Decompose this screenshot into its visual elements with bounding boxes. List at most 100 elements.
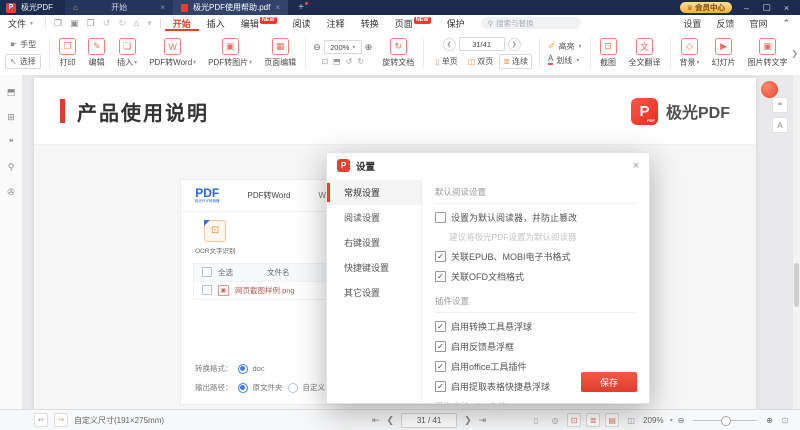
- pdf-to-word-button[interactable]: W PDF转Word▾: [143, 38, 202, 68]
- tab-home[interactable]: ⌂ 开始 ×: [65, 0, 173, 15]
- option-ofd[interactable]: ✓ 关联OFD文档格式: [435, 270, 636, 283]
- first-page-icon[interactable]: ⇤: [372, 415, 380, 426]
- view-mode-4-icon[interactable]: ≣: [586, 413, 600, 427]
- search-input[interactable]: ⚲ 搜索与替换: [481, 17, 581, 29]
- option-feedback-ball[interactable]: ✓ 启用反馈悬浮框: [435, 340, 636, 353]
- maximize-button[interactable]: ▢: [761, 2, 772, 13]
- scrollbar-thumb[interactable]: [794, 263, 799, 307]
- previous-page-icon[interactable]: ❮: [443, 38, 456, 51]
- tab-close-icon[interactable]: ×: [160, 3, 165, 12]
- promo-float-icon[interactable]: [761, 81, 778, 98]
- page-indicator[interactable]: 31/41: [459, 37, 505, 51]
- minimize-button[interactable]: –: [741, 3, 752, 13]
- checkbox-checked-icon[interactable]: ✓: [435, 361, 446, 372]
- checkbox-checked-icon[interactable]: ✓: [435, 271, 446, 282]
- rotate-left-icon[interactable]: ↺: [346, 57, 353, 66]
- option-default-reader[interactable]: 设置为默认阅读器，并防止篡改: [435, 211, 636, 224]
- checkbox-checked-icon[interactable]: ✓: [435, 321, 446, 332]
- checkbox-checked-icon[interactable]: ✓: [435, 381, 446, 392]
- menu-read[interactable]: 阅读: [285, 15, 319, 31]
- last-page-icon[interactable]: ⇥: [479, 415, 487, 426]
- underline-button[interactable]: A 划线 ▾: [548, 55, 582, 66]
- member-center-button[interactable]: ♛ 会员中心: [680, 2, 732, 13]
- view-mode-2-icon[interactable]: ◎: [548, 413, 562, 427]
- rotate-document-button[interactable]: ↻ 旋转文档: [376, 38, 420, 68]
- slideshow-button[interactable]: ▶ 幻灯片: [706, 38, 742, 68]
- previous-view-icon[interactable]: ↩: [34, 413, 48, 427]
- dialog-menu-other[interactable]: 其它设置: [327, 280, 421, 305]
- translate-float-icon[interactable]: A: [772, 117, 788, 133]
- menu-insert[interactable]: 插入: [199, 15, 233, 31]
- next-page-icon[interactable]: ❯: [508, 38, 521, 51]
- dialog-menu-general[interactable]: 常规设置: [327, 180, 421, 205]
- home-icon[interactable]: ⌂: [134, 18, 139, 28]
- zoom-level-select[interactable]: 200% ▾: [324, 40, 362, 54]
- collapse-toolbar-icon[interactable]: ⌃: [782, 18, 790, 29]
- checkbox-checked-icon[interactable]: ✓: [435, 251, 446, 262]
- dialog-menu-shortcuts[interactable]: 快捷键设置: [327, 255, 421, 280]
- comments-icon[interactable]: ❝: [9, 137, 14, 148]
- undo-icon[interactable]: ↺: [103, 18, 111, 29]
- dialog-menu-rightclick[interactable]: 右键设置: [327, 230, 421, 255]
- menu-protect[interactable]: 保护: [439, 15, 473, 31]
- file-menu[interactable]: 文件 ▾: [0, 17, 41, 30]
- pdf-to-image-button[interactable]: ▣ PDF转图片▾: [202, 38, 258, 68]
- menu-page[interactable]: 页面NEW: [387, 15, 439, 31]
- open-folder-icon[interactable]: ❐: [54, 18, 62, 29]
- view-mode-1-icon[interactable]: ▯: [529, 413, 543, 427]
- thumbnails-icon[interactable]: ⊞: [7, 112, 15, 123]
- continuous-button[interactable]: ≣ 连续: [499, 54, 532, 69]
- option-epub-mobi[interactable]: ✓ 关联EPUB、MOBI电子书格式: [435, 250, 636, 263]
- fit-page-icon[interactable]: ⬒: [333, 57, 341, 66]
- dialog-menu-reading[interactable]: 阅读设置: [327, 205, 421, 230]
- dialog-close-icon[interactable]: ×: [633, 160, 639, 172]
- redo-icon[interactable]: ↻: [118, 18, 126, 29]
- image-to-text-button[interactable]: ▣ 图片转文字: [742, 38, 794, 68]
- view-mode-3-icon[interactable]: ⊡: [567, 413, 581, 427]
- double-page-button[interactable]: ◫ 双页: [464, 54, 498, 69]
- zoom-slider-knob[interactable]: [721, 416, 731, 426]
- zoom-slider[interactable]: [693, 420, 757, 421]
- save-icon[interactable]: ▣: [70, 18, 79, 29]
- search-icon[interactable]: ⚲: [8, 162, 15, 173]
- chevron-down-icon[interactable]: ▾: [147, 18, 152, 29]
- page-edit-button[interactable]: ▦ 页面编辑: [258, 38, 302, 68]
- print-button[interactable]: ❒ 打印: [53, 38, 82, 68]
- zoom-in-icon[interactable]: ⊕: [766, 416, 773, 425]
- vertical-scrollbar[interactable]: [792, 75, 800, 410]
- tab-document[interactable]: 极光PDF使用帮助.pdf ×: [173, 0, 288, 15]
- attachment-icon[interactable]: ✇: [7, 187, 15, 198]
- zoom-out-icon[interactable]: ⊖: [313, 42, 321, 53]
- insert-button[interactable]: ❏ 插入▾: [111, 38, 143, 68]
- tab-close-icon[interactable]: ×: [275, 3, 280, 12]
- single-page-button[interactable]: ▯ 单页: [431, 54, 461, 69]
- settings-link[interactable]: 设置: [683, 17, 701, 30]
- feedback-link[interactable]: 反馈: [716, 17, 734, 30]
- next-page-icon[interactable]: ❯: [464, 415, 472, 426]
- print-icon[interactable]: ❒: [87, 18, 95, 29]
- background-button[interactable]: ◇ 背景▾: [674, 38, 706, 68]
- select-tool-button[interactable]: ↖ 选择: [5, 54, 41, 69]
- menu-convert[interactable]: 转换: [353, 15, 387, 31]
- zoom-in-icon[interactable]: ⊕: [365, 42, 373, 53]
- edit-button[interactable]: ✎ 编辑: [82, 38, 111, 68]
- screenshot-button[interactable]: ⊡ 截图: [594, 38, 623, 68]
- checkbox-unchecked-icon[interactable]: [435, 212, 446, 223]
- zoom-level-value[interactable]: 209%: [643, 416, 663, 425]
- menu-edit[interactable]: 编辑NEW: [233, 15, 285, 31]
- next-view-icon[interactable]: ↪: [54, 413, 68, 427]
- zoom-out-icon[interactable]: ⊖: [678, 416, 685, 425]
- menu-start[interactable]: 开始: [165, 15, 199, 31]
- checkbox-checked-icon[interactable]: ✓: [435, 341, 446, 352]
- save-button[interactable]: 保存: [581, 372, 637, 392]
- page-number-input[interactable]: 31 / 41: [401, 413, 457, 428]
- toolbar-overflow-icon[interactable]: ❯: [791, 49, 798, 58]
- highlight-button[interactable]: ✐ 高亮 ▾: [548, 41, 582, 52]
- view-mode-5-icon[interactable]: ▤: [605, 413, 619, 427]
- hand-tool-button[interactable]: ☛ 手型: [5, 37, 41, 52]
- website-link[interactable]: 官网: [749, 17, 767, 30]
- previous-page-icon[interactable]: ❮: [387, 415, 395, 426]
- fit-width-icon[interactable]: ⊡: [321, 57, 328, 66]
- bookmarks-icon[interactable]: ⬒: [7, 87, 16, 98]
- translate-button[interactable]: 文 全文翻译: [623, 38, 667, 68]
